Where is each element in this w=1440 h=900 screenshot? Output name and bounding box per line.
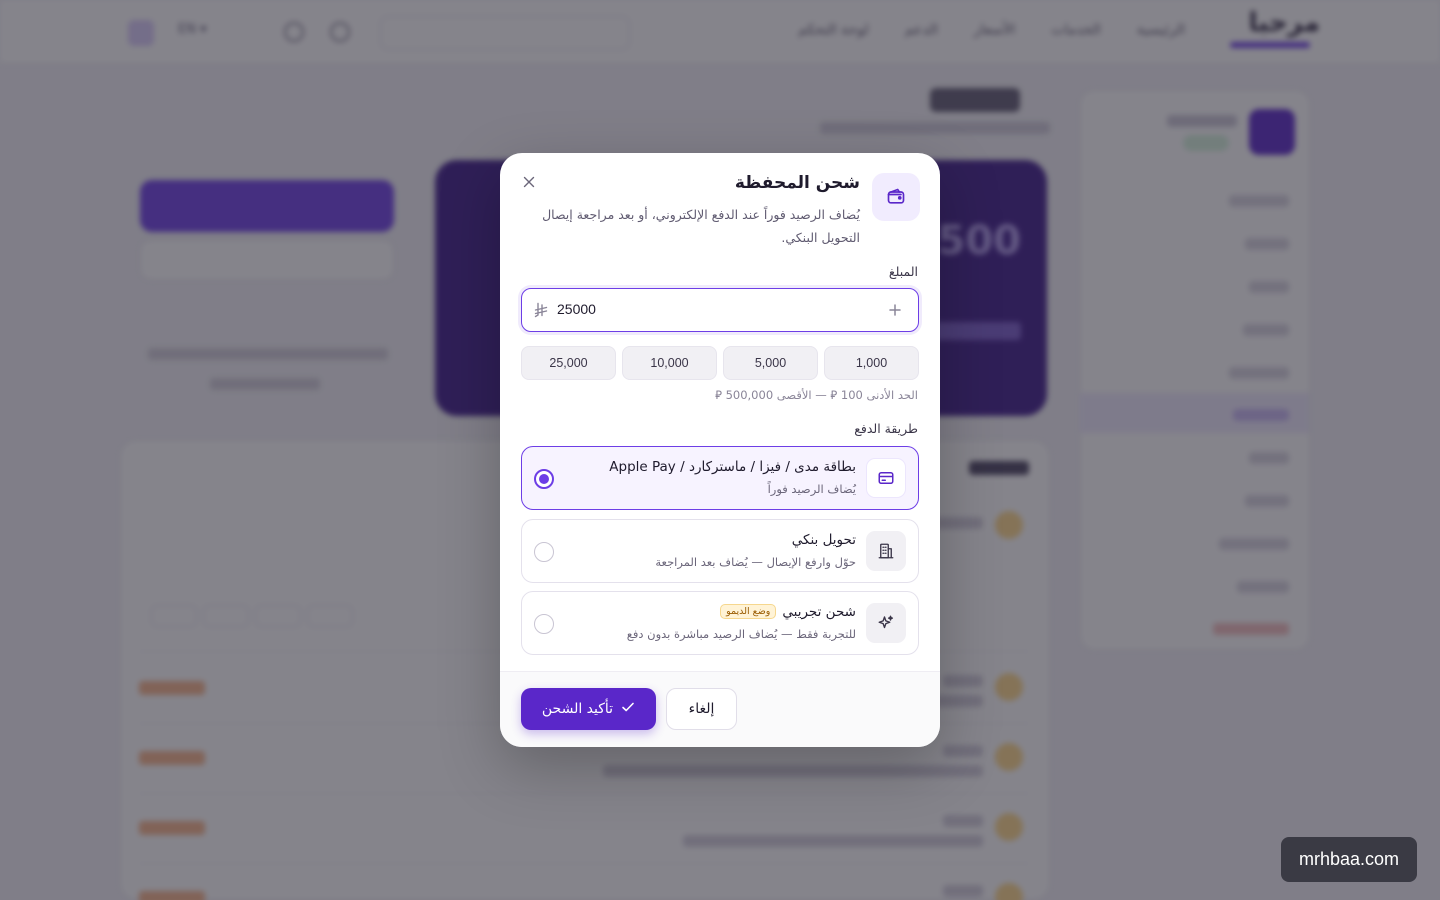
- quick-amount-25000[interactable]: 25,000: [521, 346, 616, 380]
- payment-option-title-row: شحن تجريبي وضع الديمو: [720, 604, 856, 620]
- quick-amount-5000[interactable]: 5,000: [723, 346, 818, 380]
- radio-unselected[interactable]: [534, 614, 554, 634]
- amount-limits: الحد الأدنى 100 ⃁ — الأقصى 500,000 ⃁: [715, 388, 918, 402]
- wallet-icon: [872, 173, 920, 221]
- amount-input[interactable]: 25000: [521, 288, 919, 332]
- confirm-topup-button[interactable]: تأكيد الشحن: [521, 688, 656, 730]
- watermark: mrhbaa.com: [1281, 837, 1417, 882]
- bank-icon: [866, 531, 906, 571]
- sparkles-icon: [866, 603, 906, 643]
- confirm-label: تأكيد الشحن: [541, 701, 614, 717]
- cancel-button[interactable]: إلغاء: [666, 688, 737, 730]
- payment-option-title: بطاقة مدى / فيزا / ماستركارد / Apple Pay: [609, 459, 856, 475]
- payment-option-subtitle: يُضاف الرصيد فوراً: [767, 482, 856, 496]
- payment-option-subtitle: حوّل وارفع الإيصال — يُضاف بعد المراجعة: [655, 555, 856, 569]
- payment-method-label: طريقة الدفع: [854, 421, 918, 436]
- quick-amount-1000[interactable]: 1,000: [824, 346, 919, 380]
- amount-value[interactable]: 25000: [557, 301, 596, 317]
- check-icon: [621, 700, 635, 718]
- payment-option-title: شحن تجريبي: [782, 604, 856, 620]
- dialog-title: شحن المحفظة: [734, 173, 860, 193]
- close-icon[interactable]: [518, 171, 540, 193]
- quick-amount-10000[interactable]: 10,000: [622, 346, 717, 380]
- credit-card-icon: [866, 458, 906, 498]
- payment-option-bank[interactable]: تحويل بنكي حوّل وارفع الإيصال — يُضاف بع…: [521, 519, 919, 583]
- payment-option-demo[interactable]: شحن تجريبي وضع الديمو للتجربة فقط — يُضاف…: [521, 591, 919, 655]
- amount-label: المبلغ: [888, 264, 918, 279]
- riyal-icon: [534, 302, 550, 320]
- payment-option-title: تحويل بنكي: [791, 532, 856, 548]
- payment-option-subtitle: للتجربة فقط — يُضاف الرصيد مباشرة بدون د…: [626, 627, 856, 641]
- plus-icon[interactable]: [888, 302, 904, 318]
- topup-wallet-dialog: شحن المحفظة يُضاف الرصيد فوراً عند الدفع…: [500, 153, 940, 747]
- payment-option-card[interactable]: بطاقة مدى / فيزا / ماستركارد / Apple Pay…: [521, 446, 919, 510]
- radio-selected[interactable]: [534, 469, 554, 489]
- demo-mode-badge: وضع الديمو: [720, 604, 777, 619]
- dialog-description: يُضاف الرصيد فوراً عند الدفع الإلكتروني،…: [542, 207, 860, 245]
- radio-unselected[interactable]: [534, 542, 554, 562]
